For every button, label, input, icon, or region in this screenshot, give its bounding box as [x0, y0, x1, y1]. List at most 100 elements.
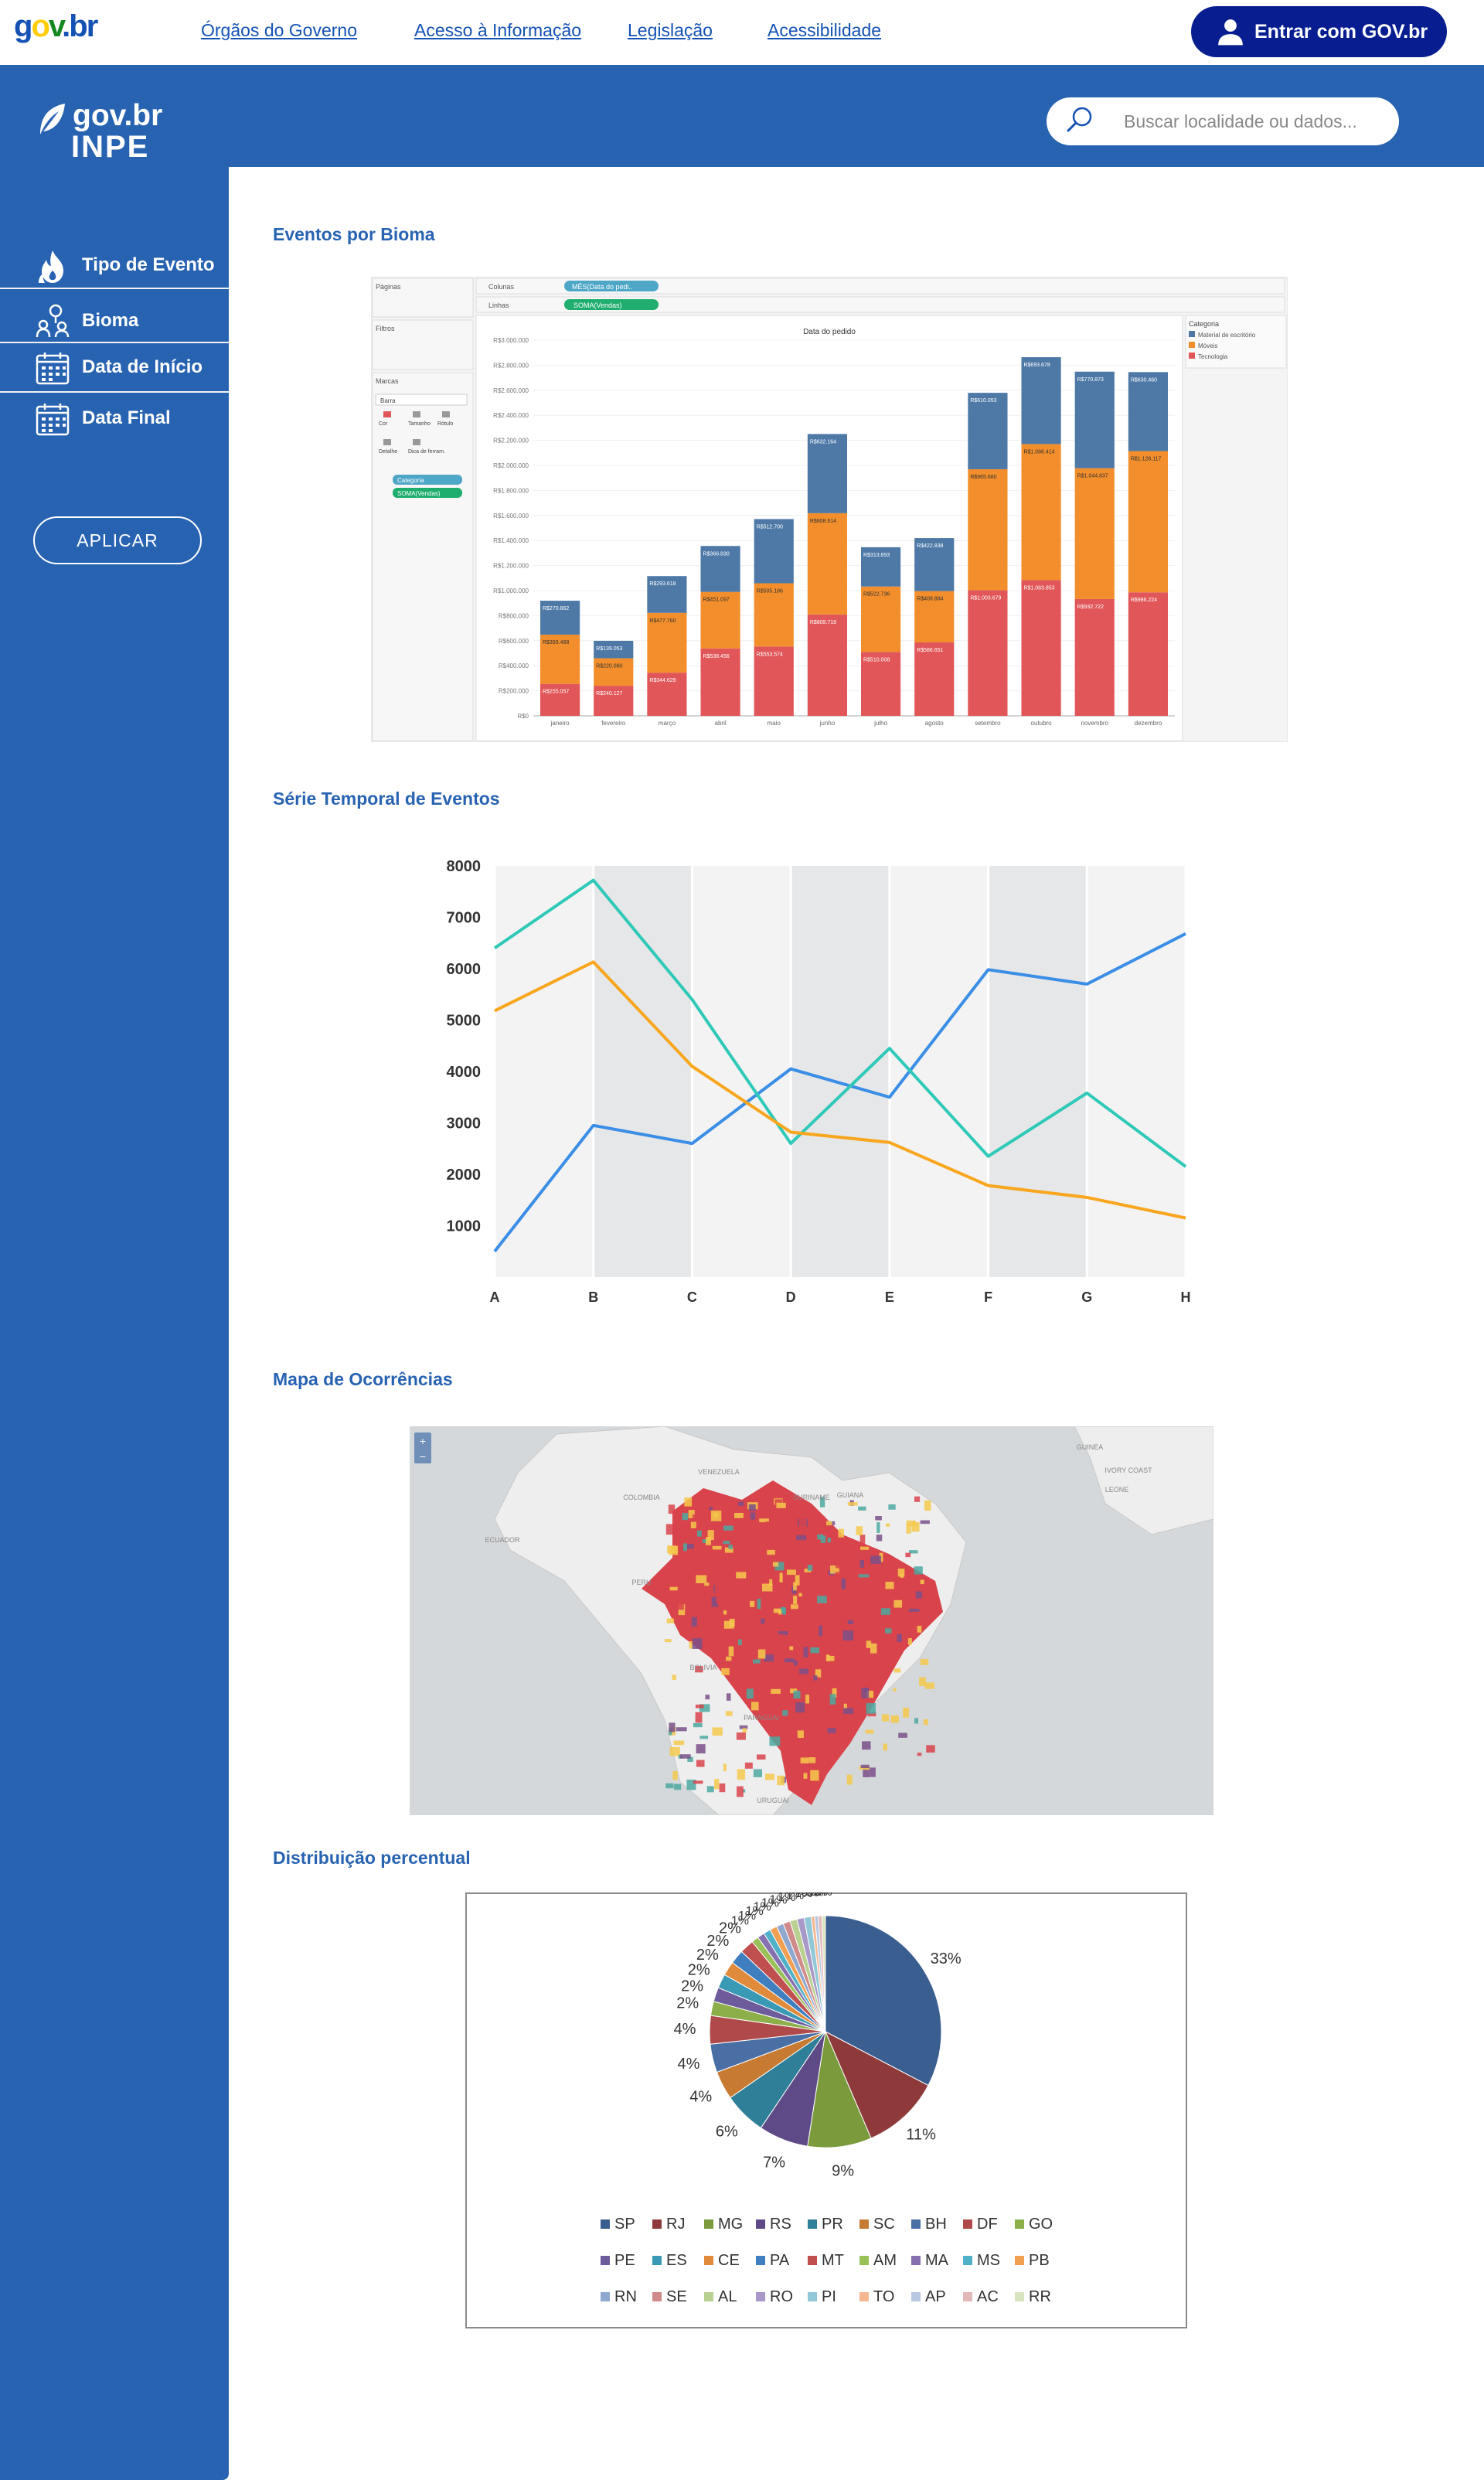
municipality-patch	[807, 1565, 813, 1571]
sidebar-divider	[0, 391, 229, 393]
municipality-patch	[858, 1506, 866, 1511]
municipality-patch	[817, 1534, 824, 1540]
search-input[interactable]	[1124, 108, 1387, 135]
bar-data-label: R$313.893	[863, 553, 890, 558]
chart-title: Data do pedido	[803, 328, 856, 336]
search-icon[interactable]	[1064, 105, 1094, 136]
map-label: LEONE	[1105, 1486, 1129, 1494]
legend-swatch	[652, 2256, 662, 2265]
pie-data-label: 2%	[688, 1962, 710, 1979]
legend-swatch	[1015, 2219, 1024, 2229]
municipality-patch	[805, 1695, 810, 1704]
x-tick-label: H	[1181, 1289, 1191, 1305]
municipality-patch	[674, 1783, 682, 1790]
municipality-patch	[808, 1757, 816, 1763]
legend-swatch	[756, 2292, 765, 2301]
legend-swatch	[704, 2219, 713, 2229]
legend-swatch	[601, 2292, 610, 2301]
govbr-logo[interactable]: gov.br	[14, 9, 98, 44]
municipality-patch	[665, 1783, 674, 1789]
municipality-patch	[672, 1674, 676, 1681]
municipality-patch	[695, 1712, 703, 1723]
sidebar-item-tipo-evento[interactable]: Tipo de Evento	[0, 241, 229, 289]
map-label: SURINAME	[793, 1494, 830, 1501]
municipality-patch	[778, 1515, 782, 1526]
legend-label: RO	[770, 2288, 793, 2305]
y-tick-label: 2000	[447, 1167, 482, 1184]
municipality-patch	[744, 1762, 753, 1769]
municipality-patch	[706, 1786, 714, 1793]
municipality-patch	[761, 1618, 765, 1624]
bar-segment	[968, 393, 1008, 469]
link-orgaos-governo[interactable]: Órgãos do Governo	[201, 20, 357, 41]
municipality-patch	[751, 1702, 759, 1711]
legend-label: AM	[873, 2252, 897, 2269]
municipality-patch	[883, 1743, 887, 1751]
municipality-patch	[709, 1507, 713, 1511]
municipality-patch	[885, 1523, 890, 1527]
municipality-patch	[826, 1521, 832, 1526]
bar-data-label: R$538.456	[703, 654, 729, 659]
bar-data-label: R$409.884	[917, 597, 943, 602]
pie-data-label: 2%	[676, 1995, 699, 2012]
municipality-patch	[676, 1727, 687, 1732]
map-label: GUINEA	[1077, 1443, 1104, 1451]
y-tick-label: R$1.400.000	[493, 537, 529, 544]
marks-card	[372, 372, 474, 741]
municipality-patch	[679, 1754, 691, 1759]
municipality-patch	[772, 1633, 783, 1643]
sidebar-item-data-final[interactable]: Data Final	[0, 394, 229, 442]
bar-segment	[807, 614, 848, 716]
tree-people-icon	[36, 304, 70, 338]
municipality-patch	[771, 1643, 779, 1647]
bar-data-label: R$630.460	[1131, 377, 1157, 383]
bar-data-label: R$366.830	[703, 551, 729, 557]
municipality-patch	[803, 1647, 808, 1657]
municipality-patch	[729, 1618, 735, 1627]
municipality-patch	[771, 1688, 781, 1695]
bar-segment	[594, 686, 634, 716]
link-acesso-informacao[interactable]: Acesso à Informação	[414, 20, 581, 41]
municipality-patch	[682, 1513, 689, 1521]
municipality-patch	[897, 1633, 902, 1642]
marks-button-label: Rótulo	[437, 421, 453, 427]
municipality-patch	[767, 1549, 775, 1555]
municipality-patch	[924, 1500, 931, 1511]
legend-swatch	[859, 2219, 869, 2229]
legend-label: PR	[822, 2216, 843, 2233]
municipality-patch	[726, 1693, 731, 1701]
rows-shelf-label: Linhas	[488, 301, 509, 309]
municipality-patch	[785, 1658, 795, 1663]
calendar-icon	[36, 353, 70, 385]
municipality-patch	[709, 1550, 716, 1557]
municipality-patch	[865, 1614, 873, 1621]
link-legislacao[interactable]: Legislação	[628, 20, 713, 41]
link-acessibilidade[interactable]: Acessibilidade	[768, 20, 881, 41]
bar-data-label: R$522.736	[863, 592, 890, 598]
legend-label: CE	[718, 2252, 740, 2269]
legend-label: PE	[614, 2252, 635, 2269]
map-label: VENEZUELA	[698, 1468, 740, 1476]
municipality-patch	[787, 1569, 796, 1576]
legend-label: AP	[925, 2288, 946, 2305]
zoom-in-button: +	[420, 1435, 426, 1447]
login-button[interactable]: Entrar com GOV.br	[1191, 6, 1447, 57]
municipality-patch	[835, 1561, 846, 1569]
municipality-patch	[714, 1577, 726, 1589]
municipality-patch	[705, 1695, 710, 1700]
sidebar-item-bioma[interactable]: Bioma	[0, 297, 229, 345]
pie-data-label: 7%	[763, 2154, 785, 2171]
occurrence-map[interactable]: VENEZUELA COLOMBIA SURINAME GUIANA GUINEA ECU…	[410, 1426, 1213, 1815]
municipality-patch	[926, 1745, 935, 1753]
sidebar-item-data-inicio[interactable]: Data de Início	[0, 343, 229, 391]
municipality-patch	[841, 1578, 846, 1589]
municipality-patch	[861, 1688, 870, 1698]
municipality-patch	[769, 1579, 773, 1586]
bar-data-label: R$139.053	[596, 646, 622, 652]
municipality-patch	[691, 1616, 697, 1627]
apply-button[interactable]: APLICAR	[33, 516, 202, 564]
legend-label: SP	[614, 2216, 635, 2233]
y-tick-label: R$1.000.000	[493, 588, 529, 594]
municipality-patch	[880, 1608, 890, 1615]
municipality-patch	[668, 1504, 676, 1514]
